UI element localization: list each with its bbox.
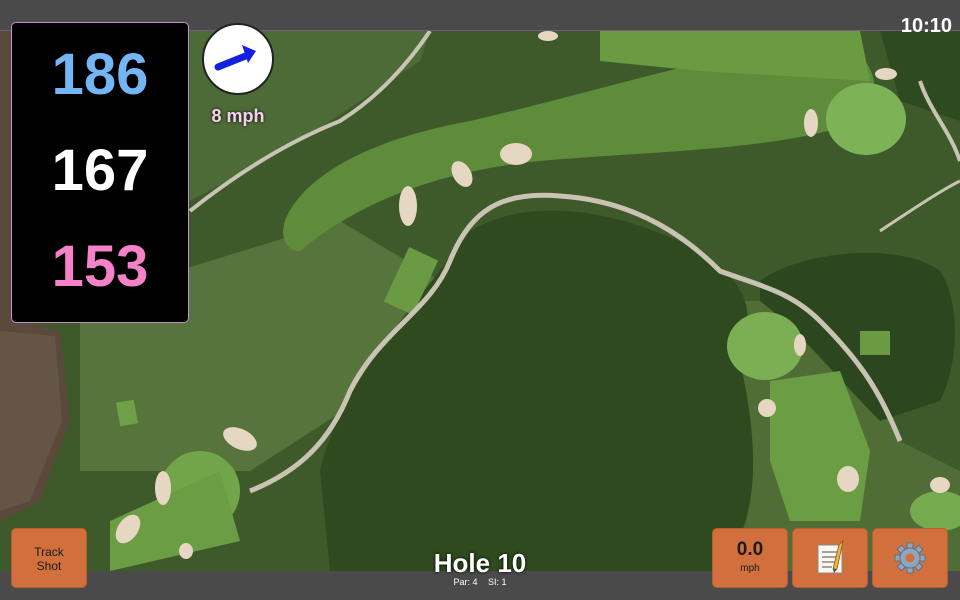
settings-button[interactable] — [872, 528, 948, 588]
speed-button[interactable]: 0.0 mph — [712, 528, 788, 588]
hole-meta: Par: 4 SI: 1 — [380, 577, 580, 587]
wind-indicator — [202, 23, 274, 95]
track-shot-label-1: Track — [34, 545, 64, 559]
memo-icon — [817, 539, 844, 574]
back-distance: 186 — [51, 42, 149, 107]
front-distance: 153 — [51, 234, 149, 299]
speed-unit: mph — [740, 563, 760, 574]
wind-speed: 8 mph — [211, 106, 265, 126]
speed-value: 0.0 — [736, 539, 764, 560]
wind-arrow-icon — [214, 45, 256, 71]
notes-button[interactable] — [792, 528, 868, 588]
middle-distance: 167 — [51, 138, 149, 203]
hole-par: Par: 4 — [453, 577, 478, 587]
track-shot-label-2: Shot — [36, 559, 62, 573]
hole-title: Hole 10 — [433, 548, 527, 578]
clock: 10:10 — [900, 15, 952, 37]
distance-panel: 186 167 153 — [11, 22, 189, 323]
track-shot-button[interactable]: Track Shot — [11, 528, 87, 588]
gear-icon — [894, 542, 926, 574]
hole-si: SI: 1 — [488, 577, 507, 587]
